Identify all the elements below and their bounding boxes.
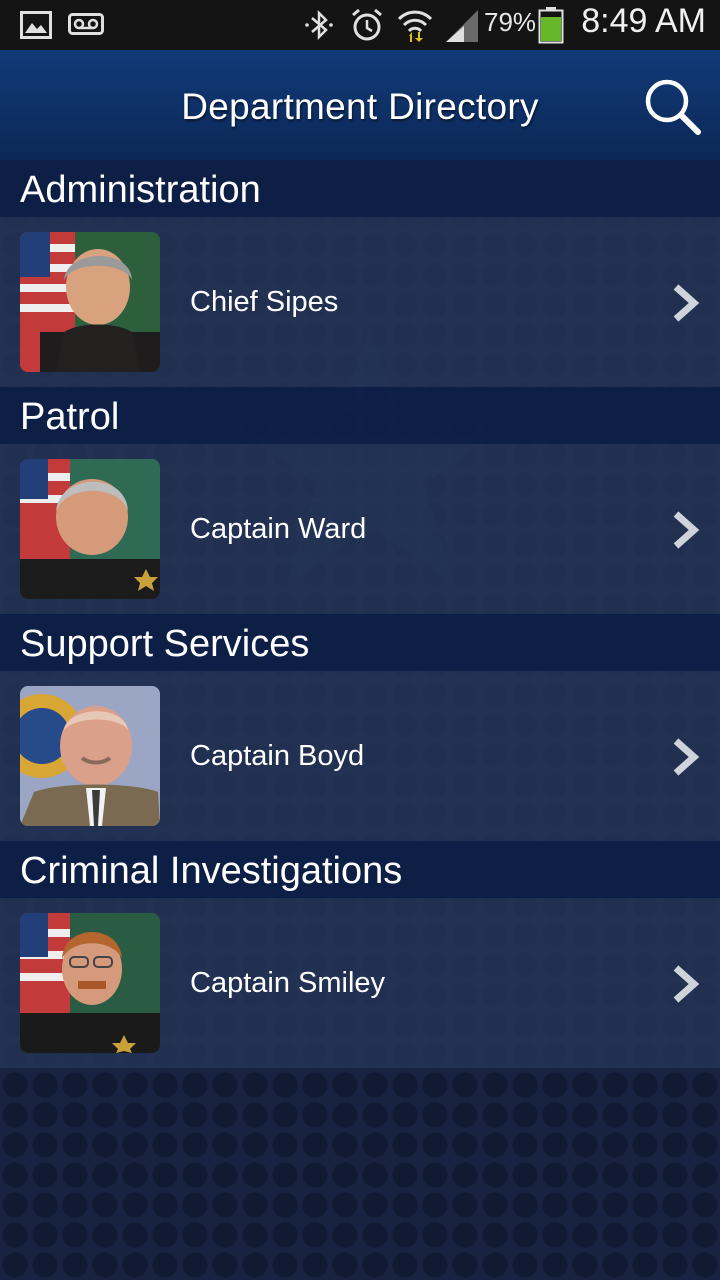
bluetooth-icon: [305, 9, 333, 41]
contact-name: Chief Sipes: [190, 286, 339, 318]
page-title: Department Directory: [181, 86, 539, 127]
contact-name: Captain Smiley: [190, 967, 386, 999]
section-header-patrol: Patrol: [0, 387, 720, 444]
section-header-administration: Administration: [0, 160, 720, 217]
battery-percent: 79%: [484, 7, 537, 37]
chevron-right-icon: [673, 738, 700, 776]
image-icon: [20, 11, 52, 39]
photo-chief-sipes: [20, 232, 160, 372]
contact-row-captain-smiley[interactable]: Captain Smiley: [0, 898, 720, 1068]
contact-row-chief-sipes[interactable]: Chief Sipes: [0, 217, 720, 387]
wifi-icon: [397, 10, 433, 42]
section-header-support-services: Support Services: [0, 614, 720, 671]
photo-captain-smiley: [20, 913, 160, 1053]
section-header-criminal-investigations: Criminal Investigations: [0, 841, 720, 898]
photo-captain-boyd: [20, 686, 160, 826]
department-list: Administration Chief Sipes Patrol Captai…: [0, 160, 720, 1068]
chevron-right-icon: [673, 511, 700, 549]
contact-name: Captain Boyd: [190, 740, 365, 772]
chevron-right-icon: [673, 284, 700, 322]
status-bar: 79% 8:49 AM: [0, 0, 720, 50]
search-button[interactable]: [642, 76, 704, 138]
contact-row-captain-ward[interactable]: Captain Ward: [0, 444, 720, 614]
photo-captain-ward: [20, 459, 160, 599]
chevron-right-icon: [673, 965, 700, 1003]
contact-row-captain-boyd[interactable]: Captain Boyd: [0, 671, 720, 841]
clock: 8:49 AM: [581, 2, 706, 40]
signal-icon: [446, 10, 478, 42]
battery-icon: [538, 7, 564, 44]
search-icon: [645, 79, 701, 135]
app-header: Department Directory: [0, 50, 720, 160]
alarm-icon: [352, 8, 382, 41]
contact-name: Captain Ward: [190, 513, 367, 545]
voicemail-icon: [68, 13, 104, 35]
